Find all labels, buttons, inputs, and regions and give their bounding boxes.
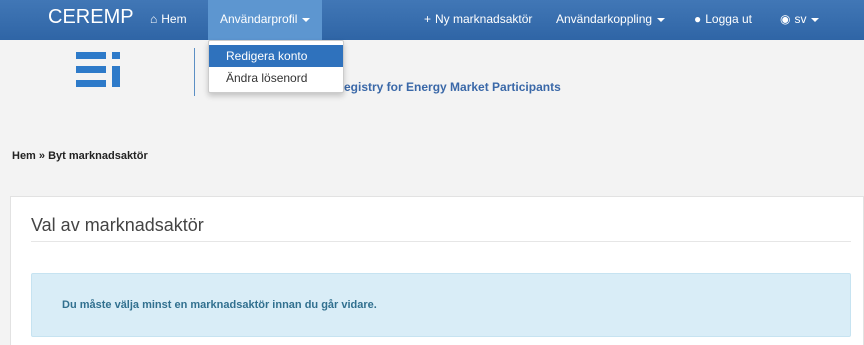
selection-panel: Val av marknadsaktör Du måste välja mins… [10, 196, 864, 345]
top-navbar: CEREMP ⌂ Hem Användarprofil + Ny marknadsa… [0, 0, 864, 40]
title-divider [31, 241, 851, 242]
nav-user-profile[interactable]: Användarprofil [208, 0, 323, 40]
nav-user-link[interactable]: Användarkoppling [556, 12, 666, 26]
user-icon: ● [694, 12, 702, 26]
nav-user-link-label: Användarkoppling [556, 12, 653, 26]
header-divider [194, 48, 195, 96]
home-icon: ⌂ [150, 12, 158, 26]
globe-icon: ◉ [780, 12, 791, 26]
caret-down-icon [302, 17, 311, 22]
user-profile-dropdown: Redigera konto Ändra lösenord [208, 40, 344, 93]
caret-down-icon [811, 17, 820, 22]
nav-language[interactable]: ◉ sv [780, 12, 820, 26]
nav-user-profile-label: Användarprofil [220, 12, 298, 26]
alert-message: Du måste välja minst en marknadsaktör in… [62, 299, 377, 311]
brand-link[interactable]: CEREMP [48, 6, 134, 29]
nav-logout[interactable]: ● Logga ut [694, 12, 752, 26]
nav-home[interactable]: ⌂ Hem [150, 12, 187, 26]
nav-logout-label: Logga ut [705, 12, 752, 26]
site-tagline: egistry for Energy Market Participants [344, 80, 561, 94]
dropdown-item-change-password[interactable]: Ändra lösenord [209, 67, 343, 89]
breadcrumb: Hem » Byt marknadsaktör [12, 150, 148, 162]
page-title: Val av marknadsaktör [31, 215, 204, 235]
info-alert: Du måste välja minst en marknadsaktör in… [31, 273, 851, 337]
nav-home-label: Hem [161, 12, 187, 26]
caret-down-icon [657, 17, 666, 22]
nav-new-participant[interactable]: + Ny marknadsaktör [424, 12, 532, 26]
dropdown-item-edit-account[interactable]: Redigera konto [209, 45, 343, 67]
nav-new-participant-label: Ny marknadsaktör [435, 12, 533, 26]
ei-logo [76, 52, 120, 92]
plus-icon: + [424, 12, 432, 26]
nav-language-label: sv [794, 12, 807, 26]
